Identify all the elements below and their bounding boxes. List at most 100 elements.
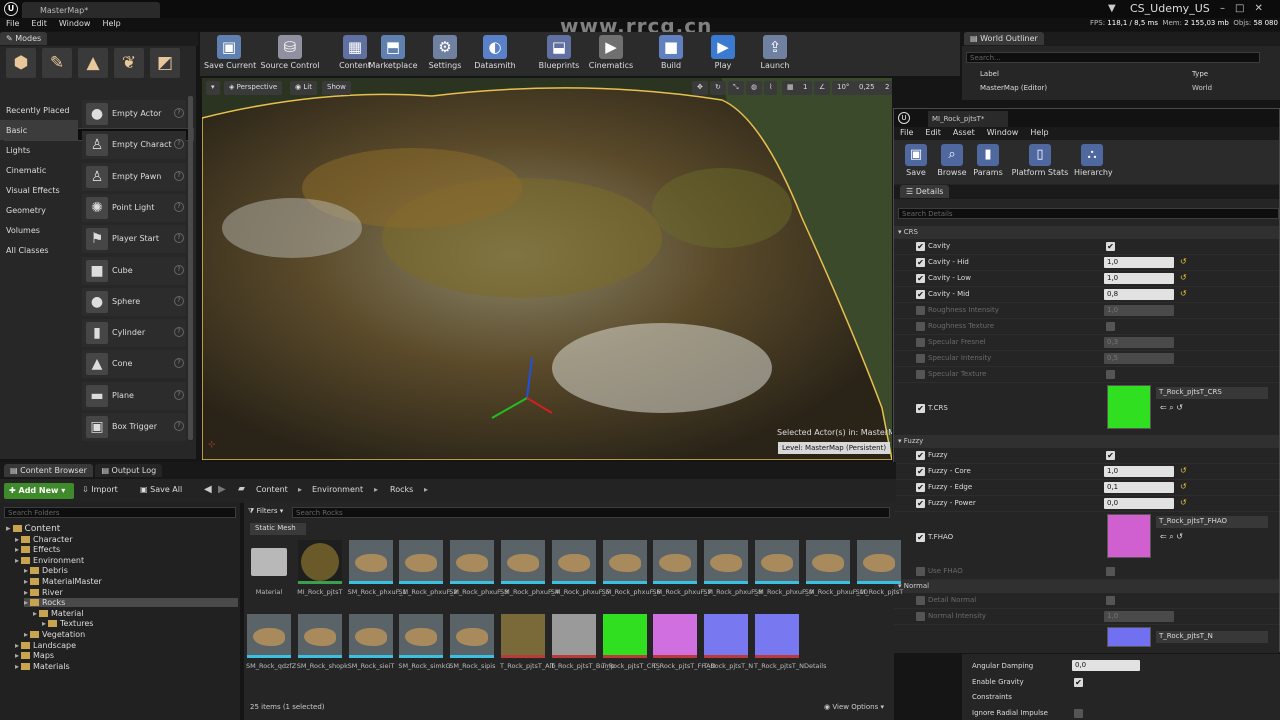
help-icon[interactable]: ?: [174, 421, 184, 431]
expand-arrow-icon[interactable]: ▸: [24, 577, 28, 586]
param-value-checkbox[interactable]: ✔: [1106, 322, 1115, 331]
override-checkbox[interactable]: ✔: [916, 467, 925, 476]
outliner-row[interactable]: MasterMap (Editor): [980, 84, 1047, 92]
override-checkbox[interactable]: ✔: [916, 274, 925, 283]
folder-materials[interactable]: ▸ Materials: [15, 662, 70, 671]
level-viewport[interactable]: ▾ ◈ Perspective ◉ Lit Show ✥ ↻ ⤡ ◍ ⌇ ▦ 1…: [202, 78, 892, 460]
asset-t-rock-pjtst-bump[interactable]: T_Rock_pjtsT_Bump: [551, 614, 615, 670]
forward-arrow-icon[interactable]: ▶: [218, 484, 226, 495]
filters-button[interactable]: ⧩ Filters ▾: [248, 507, 288, 518]
menu-help[interactable]: Help: [96, 18, 126, 29]
expand-arrow-icon[interactable]: ▸: [33, 609, 37, 618]
folder-river[interactable]: ▸ River: [24, 588, 63, 597]
actor-item-empty-actor[interactable]: ● Empty Actor?: [82, 100, 186, 128]
section-normal[interactable]: ▾ Normal: [894, 580, 1279, 593]
category-visual-effects[interactable]: Visual Effects: [0, 180, 78, 200]
grid-snap-icon[interactable]: ▦: [782, 81, 799, 95]
asset-sm-rock-pjtst[interactable]: SM_Rock_pjtsT: [856, 540, 903, 596]
blueprints-button[interactable]: ⬓ Blueprints: [534, 32, 584, 76]
menu-window[interactable]: Window: [53, 18, 97, 29]
expand-arrow-icon[interactable]: ▸: [24, 598, 28, 607]
show-button[interactable]: Show: [322, 81, 351, 95]
param-value-field[interactable]: 1,0: [1104, 257, 1174, 268]
reset-icon[interactable]: ↺: [1180, 482, 1187, 491]
help-icon[interactable]: ?: [174, 108, 184, 118]
folder-character[interactable]: ▸ Character: [15, 535, 73, 544]
static-mesh-filter[interactable]: Static Mesh: [250, 523, 306, 535]
mi-save-button[interactable]: ▣ Save: [898, 142, 934, 177]
category-basic[interactable]: Basic: [0, 120, 78, 140]
help-icon[interactable]: ?: [174, 233, 184, 244]
override-checkbox[interactable]: ✔: [916, 533, 925, 542]
override-checkbox[interactable]: [916, 354, 925, 363]
level-tab[interactable]: MasterMap*: [22, 2, 160, 18]
tab-world-outliner[interactable]: ▤ World Outliner: [964, 32, 1044, 45]
expand-arrow-icon[interactable]: ▸: [15, 535, 19, 544]
reset-icon[interactable]: ↺: [1180, 289, 1187, 298]
save-all-button[interactable]: ▣ Save All: [140, 485, 182, 494]
paint-mode-icon[interactable]: ✎: [42, 48, 72, 78]
folder-environment[interactable]: ▸ Environment: [15, 556, 84, 565]
param-value-field[interactable]: 0,5: [1104, 353, 1174, 364]
search-details-input[interactable]: Search Details: [898, 208, 1279, 219]
asset-sm-rock-phxuf-9[interactable]: SM_Rock_phxuF_9: [754, 540, 813, 596]
folder-maps[interactable]: ▸ Maps: [15, 651, 54, 660]
override-checkbox[interactable]: ✔: [916, 499, 925, 508]
texture-dropdown[interactable]: T_Rock_pjtsT_N: [1156, 631, 1268, 643]
help-icon[interactable]: ?: [174, 139, 184, 150]
rotation-snap-value[interactable]: 10°: [832, 81, 855, 95]
expand-arrow-icon[interactable]: ▸: [6, 524, 11, 534]
param-value-checkbox[interactable]: ✔: [1106, 567, 1115, 576]
source-control-icon[interactable]: ▼: [1108, 3, 1122, 15]
override-checkbox[interactable]: ✔: [916, 242, 925, 251]
actor-item-cylinder[interactable]: ▮ Cylinder?: [82, 319, 186, 348]
expand-arrow-icon[interactable]: ▸: [24, 630, 28, 639]
window-controls[interactable]: –□✕: [1220, 3, 1273, 14]
asset-t-rock-pjtst-crs[interactable]: T_Rock_pjtsT_CRS: [602, 614, 660, 670]
help-icon[interactable]: ?: [174, 295, 184, 306]
mi-menu-help[interactable]: Help: [1024, 127, 1054, 138]
category-recently-placed[interactable]: Recently Placed: [0, 100, 78, 120]
reset-icon[interactable]: ↺: [1180, 257, 1187, 266]
asset-sm-rock-phxuf-6[interactable]: SM_Rock_phxuF_6: [602, 540, 661, 596]
import-button[interactable]: ⇩ Import: [82, 485, 118, 494]
asset-sm-rock-phxuf-2[interactable]: SM_Rock_phxuF_2: [398, 540, 458, 596]
col-type[interactable]: Type: [1192, 70, 1208, 78]
override-checkbox[interactable]: ✔: [916, 290, 925, 299]
help-icon[interactable]: ?: [174, 358, 184, 369]
search-folders-input[interactable]: Search Folders: [4, 507, 236, 518]
mi-tab[interactable]: MI_Rock_pjtsT*: [928, 111, 1008, 127]
landscape-mode-icon[interactable]: ▲: [78, 48, 108, 78]
asset-sm-rock-phxuf-7[interactable]: SM_Rock_phxuF_7: [652, 540, 712, 596]
actor-item-empty-pawn[interactable]: ♙ Empty Pawn?: [82, 162, 186, 191]
mi-params-button[interactable]: ▮ Params: [970, 142, 1006, 177]
reset-icon[interactable]: ↺: [1180, 466, 1187, 475]
actor-item-box-trigger[interactable]: ▣ Box Trigger?: [82, 413, 186, 441]
expand-arrow-icon[interactable]: ▸: [24, 588, 28, 597]
asset-t-rock-pjtst-fhao[interactable]: T_Rock_pjtsT_FHAO: [652, 614, 716, 670]
tab-modes[interactable]: ✎ Modes: [0, 32, 48, 45]
foliage-mode-icon[interactable]: ❦: [114, 48, 144, 78]
build-button[interactable]: ■ Build: [646, 32, 696, 76]
reset-icon[interactable]: ↺: [1180, 498, 1187, 507]
help-icon[interactable]: ?: [174, 201, 184, 212]
asset-t-rock-pjtst-n[interactable]: T_Rock_pjtsT_N: [703, 614, 753, 670]
view-options-button[interactable]: ◉ View Options ▾: [824, 703, 884, 711]
angular-damping-field[interactable]: 0,0: [1072, 660, 1140, 671]
actor-item-empty-charact[interactable]: ♙ Empty Charact?: [82, 131, 186, 160]
camera-speed-value[interactable]: 2: [880, 81, 892, 95]
asset-t-rock-pjtst-ndetails[interactable]: T_Rock_pjtsT_NDetails: [754, 614, 827, 670]
mi-hierarchy-button[interactable]: ⛬ Hierarchy: [1074, 142, 1113, 177]
asset-material[interactable]: Material: [246, 540, 292, 596]
texture-actions[interactable]: ⇐ ⌕ ↺: [1160, 532, 1183, 542]
marketplace-button[interactable]: ⬒ Marketplace: [368, 32, 418, 76]
outliner-search-input[interactable]: Search...: [966, 52, 1260, 63]
help-icon[interactable]: ?: [174, 389, 184, 400]
expand-arrow-icon[interactable]: ▸: [42, 619, 46, 628]
actor-item-point-light[interactable]: ✺ Point Light?: [82, 193, 186, 222]
help-icon[interactable]: ?: [174, 264, 184, 275]
texture-dropdown[interactable]: T_Rock_pjtsT_CRS: [1156, 387, 1268, 399]
param-value-checkbox[interactable]: ✔: [1106, 370, 1115, 379]
asset-sm-rock-phxuf-10[interactable]: SM_Rock_phxuF_10: [805, 540, 868, 596]
surface-snap-icon[interactable]: ⌇: [764, 81, 778, 95]
